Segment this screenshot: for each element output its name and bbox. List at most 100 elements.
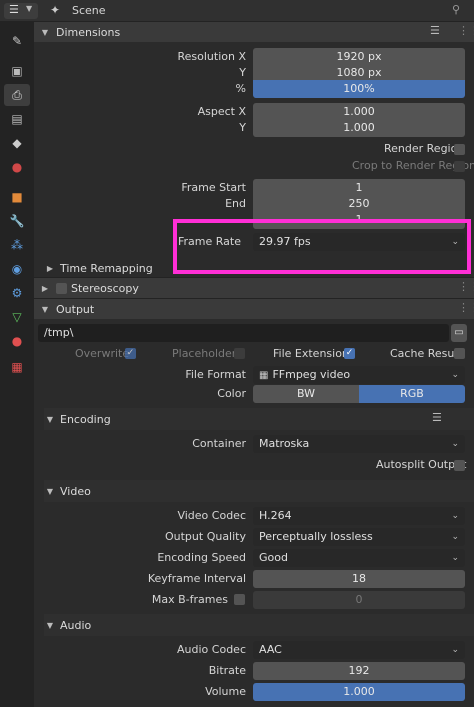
film-icon: ▦: [259, 370, 269, 381]
scene-tab-icon[interactable]: ◆: [4, 132, 30, 154]
stereoscopy-panel-header[interactable]: ▶ Stereoscopy ⋮⋮: [34, 278, 474, 298]
stereoscopy-checkbox[interactable]: [56, 282, 67, 294]
chevron-down-icon: ▼: [46, 414, 54, 424]
dimensions-panel-header[interactable]: ▼ Dimensions ☰ ⋮⋮: [34, 22, 474, 42]
output-panel-header[interactable]: ▼ Output ⋮⋮: [34, 299, 474, 319]
drag-handle-icon[interactable]: ⋮⋮: [458, 301, 474, 314]
render-tab-icon[interactable]: ▣: [4, 60, 30, 82]
constraints-tab-icon[interactable]: ⚙: [4, 282, 30, 304]
output-quality-value: Perceptually lossless: [259, 530, 373, 543]
placeholders-label: Placeholders: [172, 347, 243, 360]
video-codec-value: H.264: [259, 509, 292, 522]
stereoscopy-title: Stereoscopy: [71, 281, 139, 295]
cache-result-checkbox[interactable]: [454, 348, 465, 359]
cache-result-label: Cache Result: [390, 347, 462, 360]
modifier-tab-icon[interactable]: 🔧: [4, 210, 30, 232]
pin-icon[interactable]: ⚲: [452, 3, 460, 16]
chevron-down-icon: ⌄: [451, 439, 459, 449]
chevron-down-icon: ⌄: [451, 511, 459, 521]
render-region-label: Render Region: [384, 142, 465, 155]
chevron-down-icon: ▼: [41, 27, 49, 37]
encoding-speed-label: Encoding Speed: [157, 551, 246, 564]
aspect-y-label: Y: [239, 121, 246, 134]
data-tab-icon[interactable]: ▽: [4, 306, 30, 328]
file-format-value: FFmpeg video: [272, 368, 351, 381]
file-extensions-label: File Extensions: [273, 347, 355, 360]
video-header[interactable]: ▼ Video: [44, 481, 474, 501]
output-path-input[interactable]: /tmp\: [38, 324, 449, 342]
audio-header[interactable]: ▼ Audio: [44, 615, 474, 635]
chevron-down-icon: ▼: [46, 486, 54, 496]
max-bframes-label: Max B-frames: [151, 593, 228, 606]
scene-icon: ✦: [50, 3, 61, 17]
resolution-percent-slider[interactable]: 100%: [253, 80, 465, 98]
view-layer-tab-icon[interactable]: ▤: [4, 108, 30, 130]
particles-tab-icon[interactable]: ⁂: [4, 234, 30, 256]
max-bframes-field[interactable]: 0: [253, 591, 465, 609]
color-bw-button[interactable]: BW: [253, 385, 359, 403]
physics-tab-icon[interactable]: ◉: [4, 258, 30, 280]
object-tab-icon[interactable]: ■: [4, 186, 30, 208]
chevron-down-icon: ⌄: [451, 553, 459, 563]
output-title: Output: [56, 302, 95, 316]
placeholders-checkbox[interactable]: [234, 348, 245, 359]
output-quality-label: Output Quality: [164, 530, 246, 543]
properties-editor-icon: ☰: [9, 3, 19, 16]
world-tab-icon[interactable]: ●: [4, 156, 30, 178]
container-label: Container: [192, 437, 246, 450]
properties-header: ☰ ▼ ✦ Scene ⚲: [0, 0, 474, 22]
time-remapping-header[interactable]: ▶ Time Remapping: [44, 258, 474, 278]
container-dropdown[interactable]: Matroska ⌄: [253, 435, 465, 453]
output-quality-dropdown[interactable]: Perceptually lossless ⌄: [253, 528, 465, 546]
video-title: Video: [60, 484, 91, 498]
folder-browse-icon[interactable]: ▭: [451, 324, 467, 342]
tool-tab-icon[interactable]: ✎: [4, 30, 30, 52]
file-extensions-checkbox[interactable]: ✓: [344, 348, 355, 359]
texture-tab-icon[interactable]: ▦: [4, 356, 30, 378]
audio-codec-value: AAC: [259, 643, 282, 656]
chevron-down-icon: ▼: [41, 304, 49, 314]
material-tab-icon[interactable]: ●: [4, 330, 30, 352]
chevron-down-icon: ▼: [26, 4, 33, 13]
render-region-checkbox[interactable]: [454, 144, 465, 155]
file-format-label: File Format: [185, 368, 246, 381]
drag-handle-icon[interactable]: ⋮⋮: [458, 24, 474, 37]
volume-label: Volume: [205, 685, 246, 698]
file-format-dropdown[interactable]: ▦ FFmpeg video ⌄: [253, 366, 465, 384]
chevron-right-icon: ▶: [46, 263, 54, 273]
chevron-right-icon: ▶: [41, 283, 49, 293]
output-path-value: /tmp\: [44, 326, 74, 339]
audio-codec-dropdown[interactable]: AAC ⌄: [253, 641, 465, 659]
chevron-down-icon: ⌄: [451, 645, 459, 655]
video-codec-label: Video Codec: [177, 509, 246, 522]
volume-slider[interactable]: 1.000: [253, 683, 465, 701]
encoding-speed-value: Good: [259, 551, 288, 564]
keyframe-interval-field[interactable]: 18: [253, 570, 465, 588]
dimensions-title: Dimensions: [56, 25, 121, 39]
list-icon[interactable]: ☰: [430, 24, 440, 37]
encoding-speed-dropdown[interactable]: Good ⌄: [253, 549, 465, 567]
audio-codec-label: Audio Codec: [177, 643, 246, 656]
crop-render-region-checkbox[interactable]: [454, 161, 465, 172]
time-remapping-title: Time Remapping: [60, 261, 153, 275]
chevron-down-icon: ⌄: [451, 532, 459, 542]
drag-handle-icon[interactable]: ⋮⋮: [458, 280, 474, 293]
output-tab-icon[interactable]: ⎙: [4, 84, 30, 106]
chevron-down-icon: ⌄: [451, 370, 459, 380]
chevron-down-icon: ▼: [46, 620, 54, 630]
video-codec-dropdown[interactable]: H.264 ⌄: [253, 507, 465, 525]
bitrate-field[interactable]: 192: [253, 662, 465, 680]
encoding-header[interactable]: ▼ Encoding ☰: [44, 409, 474, 429]
audio-title: Audio: [60, 618, 92, 632]
aspect-y-field[interactable]: 1.000: [253, 119, 465, 137]
bitrate-label: Bitrate: [208, 664, 246, 677]
overwrite-checkbox[interactable]: ✓: [125, 348, 136, 359]
editor-type-button[interactable]: ☰ ▼: [4, 3, 38, 19]
color-label: Color: [217, 387, 246, 400]
autosplit-checkbox[interactable]: [454, 460, 465, 471]
overwrite-label: Overwrite: [75, 347, 130, 360]
scene-label: Scene: [72, 4, 106, 17]
list-icon[interactable]: ☰: [432, 411, 442, 424]
color-rgb-button[interactable]: RGB: [359, 385, 465, 403]
max-bframes-checkbox[interactable]: [234, 594, 245, 605]
